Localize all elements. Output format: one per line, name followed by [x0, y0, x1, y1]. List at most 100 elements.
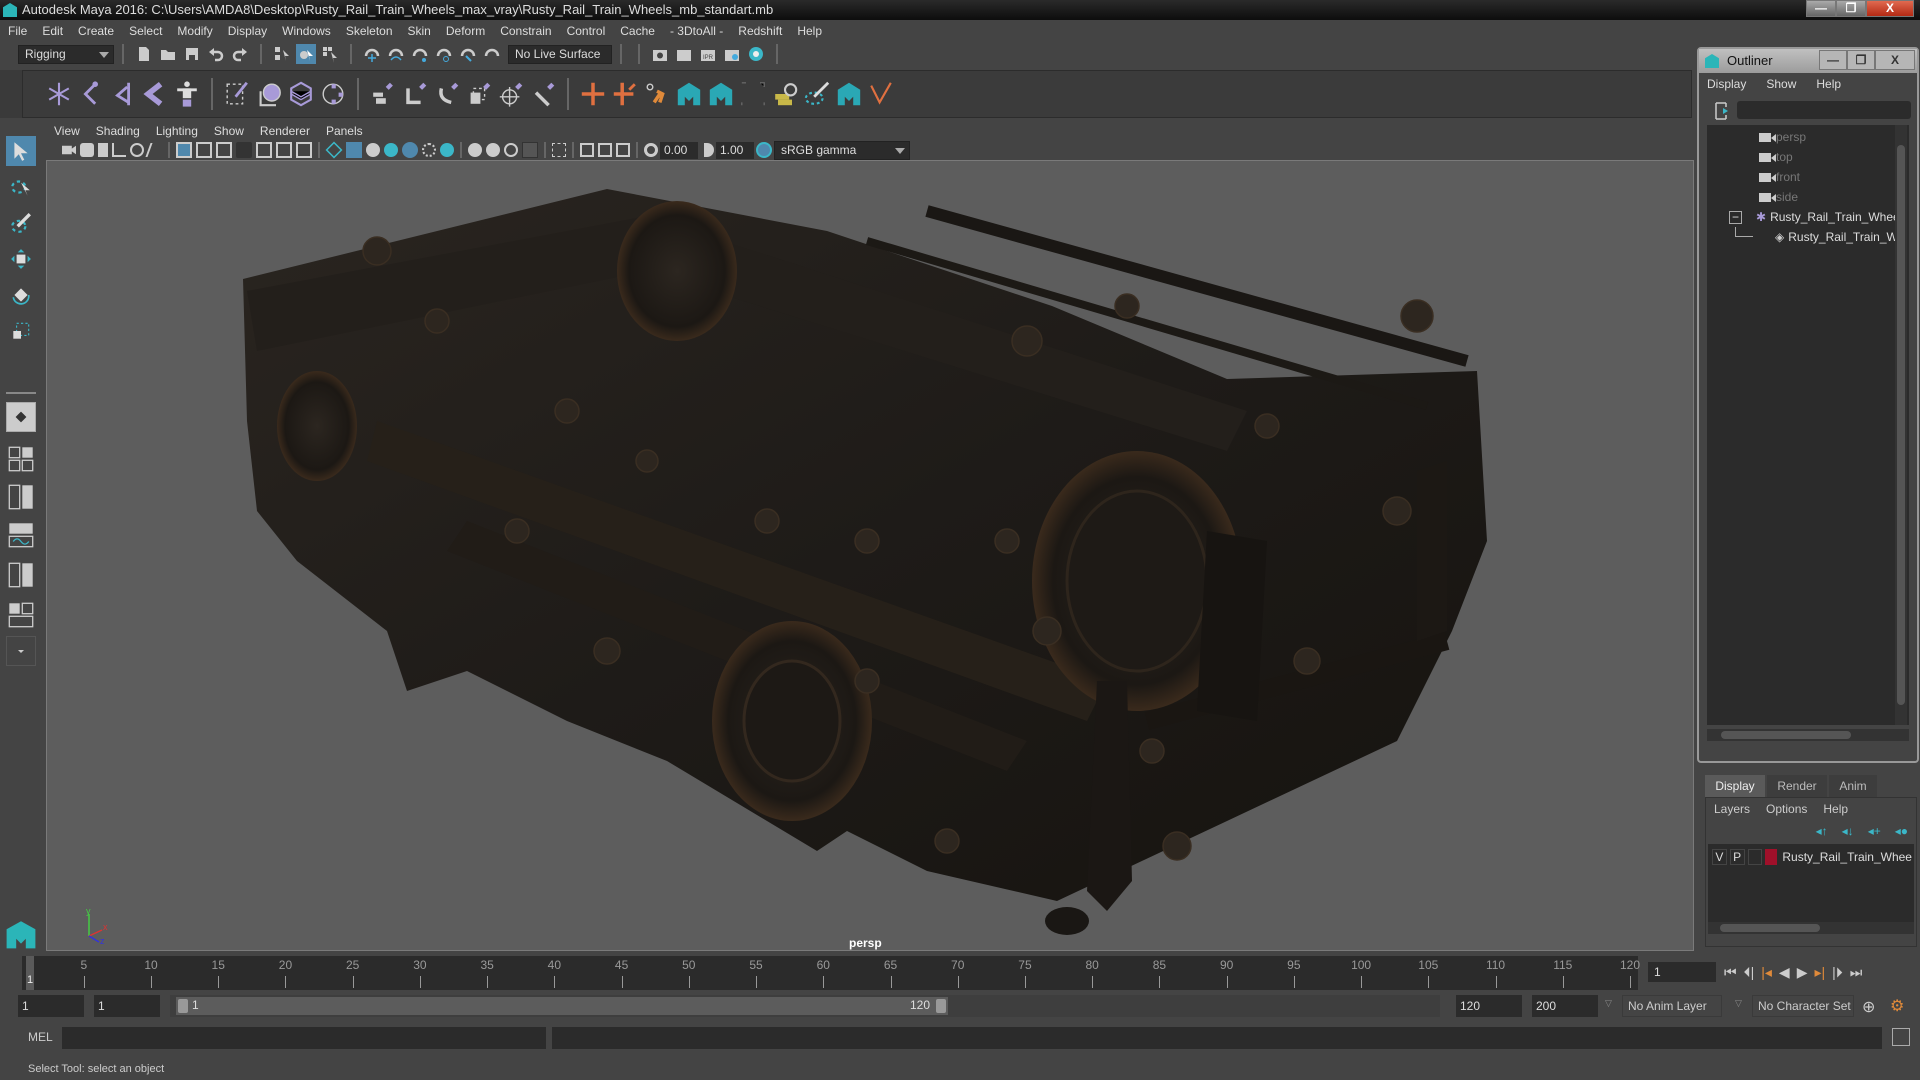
paint-select-tool-button[interactable]: [6, 208, 36, 238]
four-view-layout-button[interactable]: [6, 444, 36, 474]
move-layer-up-icon[interactable]: ◂↑: [1816, 824, 1828, 838]
persp-graph-layout-button[interactable]: [6, 520, 36, 550]
isolate-select-icon[interactable]: [552, 143, 566, 157]
select-camera-icon[interactable]: [62, 145, 76, 155]
hypershade-icon[interactable]: [746, 44, 766, 64]
snap-point-icon[interactable]: [410, 44, 430, 64]
outliner-menu-display[interactable]: Display: [1707, 77, 1746, 91]
snap-grid-icon[interactable]: [362, 44, 382, 64]
maya-redshift-icon[interactable]: [707, 80, 735, 108]
wireframe-on-shaded-icon[interactable]: [366, 143, 380, 157]
tab-render[interactable]: Render: [1767, 775, 1827, 797]
move-tool-button[interactable]: [6, 244, 36, 274]
custom-layout-button[interactable]: [6, 600, 36, 630]
outliner-horizontal-scrollbar[interactable]: [1707, 729, 1909, 741]
play-backwards-icon[interactable]: ◀: [1779, 962, 1790, 982]
step-back-frame-icon[interactable]: ⏴|: [1744, 962, 1755, 982]
open-scene-icon[interactable]: [158, 44, 178, 64]
scrollbar-thumb[interactable]: [1897, 145, 1905, 705]
close-button[interactable]: X: [1866, 0, 1914, 17]
maya-3dtoall-icon[interactable]: [675, 80, 703, 108]
persp-outliner-layout-button[interactable]: [6, 482, 36, 512]
layer-row[interactable]: V P Rusty_Rail_Train_Whee: [1712, 848, 1912, 866]
xray-active-icon[interactable]: [598, 143, 612, 157]
layer-menu-options[interactable]: Options: [1766, 802, 1807, 816]
exposure-icon[interactable]: [644, 143, 658, 157]
depth-of-field-icon[interactable]: [504, 143, 518, 157]
animation-preferences-icon[interactable]: ⚙: [1890, 996, 1904, 1016]
outliner-item-top[interactable]: top: [1759, 147, 1793, 167]
outliner-minimize-button[interactable]: —: [1819, 50, 1847, 70]
move-layer-down-icon[interactable]: ◂↓: [1842, 824, 1854, 838]
range-slider-track[interactable]: 1 120: [170, 995, 1440, 1017]
snap-view-plane-icon[interactable]: [434, 44, 454, 64]
scale-constraint-icon[interactable]: [465, 80, 493, 108]
menu-deform[interactable]: Deform: [446, 24, 485, 38]
maximize-button[interactable]: ❐: [1836, 0, 1866, 17]
use-all-lights-icon[interactable]: [402, 142, 418, 158]
smooth-shade-icon[interactable]: [346, 142, 362, 158]
menu-3dtoall[interactable]: - 3DtoAll -: [670, 24, 723, 38]
snap-magnet-icon[interactable]: [482, 44, 502, 64]
bookmark-icon[interactable]: [98, 143, 108, 157]
grid-icon[interactable]: [176, 142, 192, 158]
hypershade-layout-button[interactable]: [6, 560, 36, 590]
outliner-item-front[interactable]: front: [1759, 167, 1800, 187]
rotate-tool-button[interactable]: [6, 280, 36, 310]
filter-toggle-icon[interactable]: [1713, 101, 1731, 121]
connect-joint-icon[interactable]: [611, 80, 639, 108]
viewport-menu-panels[interactable]: Panels: [326, 124, 363, 138]
cluster-icon[interactable]: [319, 80, 347, 108]
tab-anim[interactable]: Anim: [1829, 775, 1877, 797]
menu-skin[interactable]: Skin: [408, 24, 431, 38]
ipr-render-icon[interactable]: IPR: [698, 44, 718, 64]
menu-modify[interactable]: Modify: [177, 24, 212, 38]
film-gate-icon[interactable]: [196, 142, 212, 158]
scale-tool-button[interactable]: [6, 316, 36, 346]
layer-visibility-toggle[interactable]: V: [1712, 849, 1727, 865]
collapse-toggle-icon[interactable]: −: [1729, 211, 1742, 225]
shadows-icon[interactable]: [422, 143, 436, 157]
safe-action-icon[interactable]: [276, 142, 292, 158]
redo-icon[interactable]: [230, 44, 250, 64]
outliner-item-group[interactable]: − ✱ Rusty_Rail_Train_Wheels_: [1729, 207, 1907, 227]
layer-playback-toggle[interactable]: P: [1729, 849, 1745, 865]
current-frame-field[interactable]: 1: [1648, 962, 1716, 982]
new-empty-layer-icon[interactable]: ◂+: [1868, 824, 1881, 838]
outliner-close-button[interactable]: X: [1875, 50, 1915, 70]
command-input[interactable]: [62, 1027, 546, 1049]
2d-pan-zoom-icon[interactable]: [130, 143, 144, 157]
menu-edit[interactable]: Edit: [42, 24, 63, 38]
field-chart-icon[interactable]: [256, 142, 272, 158]
menu-help[interactable]: Help: [797, 24, 822, 38]
rusty-rail-train-wheels-model[interactable]: [47, 161, 1694, 951]
paint-skin-weights-icon[interactable]: [223, 80, 251, 108]
view-transform-dropdown[interactable]: sRGB gamma: [774, 140, 910, 160]
select-component-icon[interactable]: [320, 44, 340, 64]
new-layer-selected-icon[interactable]: ◂●: [1895, 824, 1908, 838]
menuset-dropdown[interactable]: Rigging: [18, 44, 114, 64]
animation-start-field[interactable]: 1: [18, 995, 84, 1017]
time-slider[interactable]: 1 5 10 15 20 25 30 35 40 45 50 55 60 65 70 75 80 85 90 95 1…: [22, 956, 1640, 990]
motion-blur-icon[interactable]: [468, 143, 482, 157]
resolution-gate-icon[interactable]: [216, 142, 232, 158]
viewport-menu-view[interactable]: View: [54, 124, 80, 138]
maya-plugin-icon[interactable]: [835, 80, 863, 108]
hide-layers-icon[interactable]: [771, 80, 799, 108]
outliner-item-side[interactable]: side: [1759, 187, 1798, 207]
new-scene-icon[interactable]: [134, 44, 154, 64]
grease-pencil-icon[interactable]: [145, 143, 165, 157]
range-end-handle[interactable]: [936, 999, 946, 1013]
layer-name[interactable]: Rusty_Rail_Train_Whee: [1782, 850, 1912, 864]
layer-menu-help[interactable]: Help: [1823, 802, 1848, 816]
menu-constrain[interactable]: Constrain: [500, 24, 551, 38]
blend-shape-icon[interactable]: [255, 80, 283, 108]
anti-aliasing-icon[interactable]: [486, 143, 500, 157]
go-to-end-icon[interactable]: ⏭: [1850, 962, 1863, 982]
menu-cache[interactable]: Cache: [620, 24, 655, 38]
ambient-occlusion-icon[interactable]: [440, 143, 454, 157]
xray-icon[interactable]: [522, 142, 538, 158]
outliner-menu-show[interactable]: Show: [1766, 77, 1796, 91]
menu-control[interactable]: Control: [567, 24, 606, 38]
gate-mask-icon[interactable]: [236, 142, 252, 158]
